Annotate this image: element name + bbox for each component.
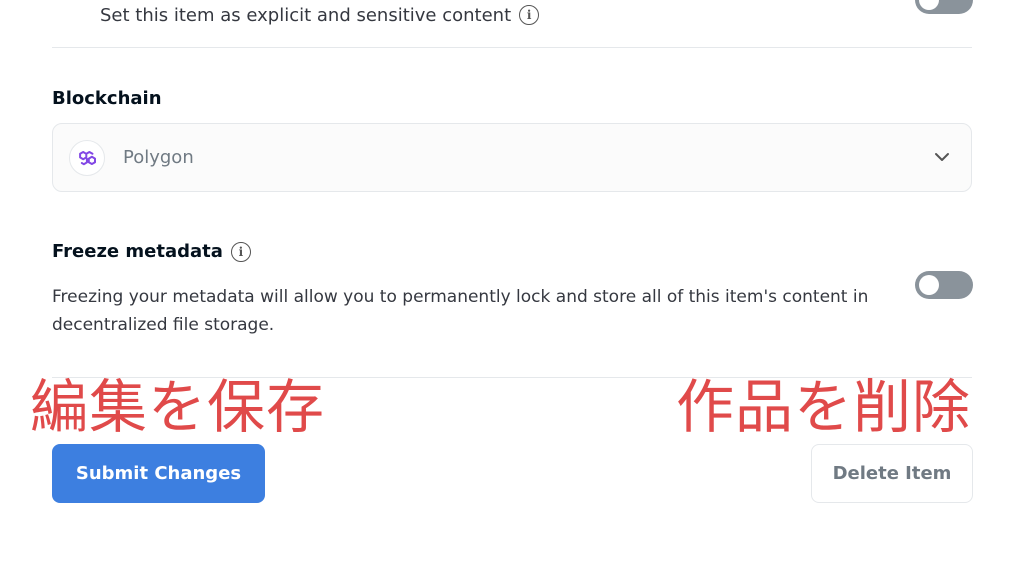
freeze-metadata-description: Freezing your metadata will allow you to… [52, 287, 869, 335]
delete-item-button[interactable]: Delete Item [811, 444, 973, 503]
explicit-content-label: Set this item as explicit and sensitive … [100, 4, 512, 26]
explicit-content-row: Set this item as explicit and sensitive … [100, 2, 540, 28]
toggle-knob [919, 0, 939, 10]
freeze-metadata-header: Freeze metadata i [52, 241, 251, 262]
polygon-logo-icon [69, 139, 105, 176]
divider [52, 47, 972, 48]
freeze-metadata-label: Freeze metadata [52, 241, 223, 262]
freeze-metadata-toggle[interactable] [915, 271, 973, 299]
info-icon[interactable]: i [519, 5, 540, 25]
submit-changes-button[interactable]: Submit Changes [52, 444, 265, 503]
explicit-content-toggle[interactable] [915, 0, 973, 14]
blockchain-select[interactable]: Polygon [52, 123, 972, 192]
delete-annotation-text: 作品を削除 [676, 373, 972, 441]
chevron-down-icon [935, 153, 949, 161]
item-edit-page: Set this item as explicit and sensitive … [0, 0, 1024, 586]
save-annotation-text: 編集を保存 [30, 373, 326, 441]
toggle-knob [919, 275, 939, 295]
info-icon[interactable]: i [230, 241, 251, 262]
blockchain-selected-value: Polygon [123, 147, 194, 168]
blockchain-label: Blockchain [52, 88, 162, 109]
